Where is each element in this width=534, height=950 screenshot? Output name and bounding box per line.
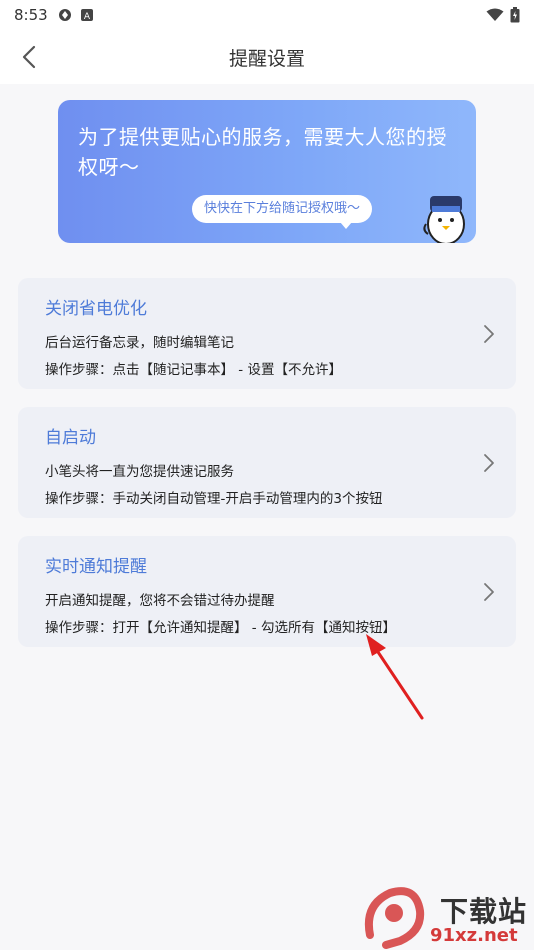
card-steps: 操作步骤：点击【随记记事本】 - 设置【不允许】 — [45, 362, 342, 378]
card-description: 开启通知提醒，您将不会错过待办提醒 — [45, 593, 275, 609]
back-button[interactable] — [14, 42, 44, 72]
watermark-title: 下载站 — [440, 895, 528, 928]
banner-bubble: 快快在下方给随记授权哦～ — [192, 195, 373, 229]
annotation-arrow-icon — [366, 634, 424, 720]
keyboard-notification-icon: A — [80, 9, 93, 22]
wifi-icon — [486, 8, 504, 21]
card-title: 实时通知提醒 — [45, 557, 147, 577]
chevron-left-icon — [22, 45, 36, 69]
card-title: 关闭省电优化 — [45, 299, 147, 319]
card-steps: 操作步骤：手动关闭自动管理-开启手动管理内的3个按钮 — [45, 491, 383, 507]
status-bar: 8:53 A — [0, 0, 534, 30]
chevron-right-icon — [484, 325, 494, 343]
card-steps: 操作步骤：打开【允许通知提醒】 - 勾选所有【通知按钮】 — [45, 620, 396, 636]
watermark-domain: 91xz.net — [430, 925, 518, 946]
status-time: 8:53 — [14, 6, 48, 24]
svg-text:A: A — [84, 12, 91, 22]
card-battery-optimization[interactable]: 关闭省电优化 后台运行备忘录，随时编辑笔记 操作步骤：点击【随记记事本】 - 设… — [18, 278, 516, 389]
page-title: 提醒设置 — [228, 47, 305, 70]
card-description: 小笔头将一直为您提供速记服务 — [45, 464, 234, 480]
banner-text: 为了提供更贴心的服务，需要大人您的授权呀～ — [78, 125, 447, 179]
chevron-right-icon — [484, 583, 494, 601]
card-description: 后台运行备忘录，随时编辑笔记 — [45, 335, 234, 351]
card-realtime-notification[interactable]: 实时通知提醒 开启通知提醒，您将不会错过待办提醒 操作步骤：打开【允许通知提醒】… — [18, 536, 516, 647]
card-title: 自启动 — [45, 428, 96, 448]
permission-banner: 为了提供更贴心的服务，需要大人您的授权呀～ 快快在下方给随记授权哦～ — [58, 100, 476, 243]
card-auto-start[interactable]: 自启动 小笔头将一直为您提供速记服务 操作步骤：手动关闭自动管理-开启手动管理内… — [18, 407, 516, 518]
chevron-right-icon — [484, 454, 494, 472]
app-notification-icon — [58, 9, 71, 21]
app-bar: 提醒设置 — [0, 30, 534, 84]
penguin-mascot-icon — [423, 196, 465, 243]
battery-icon — [510, 7, 520, 23]
